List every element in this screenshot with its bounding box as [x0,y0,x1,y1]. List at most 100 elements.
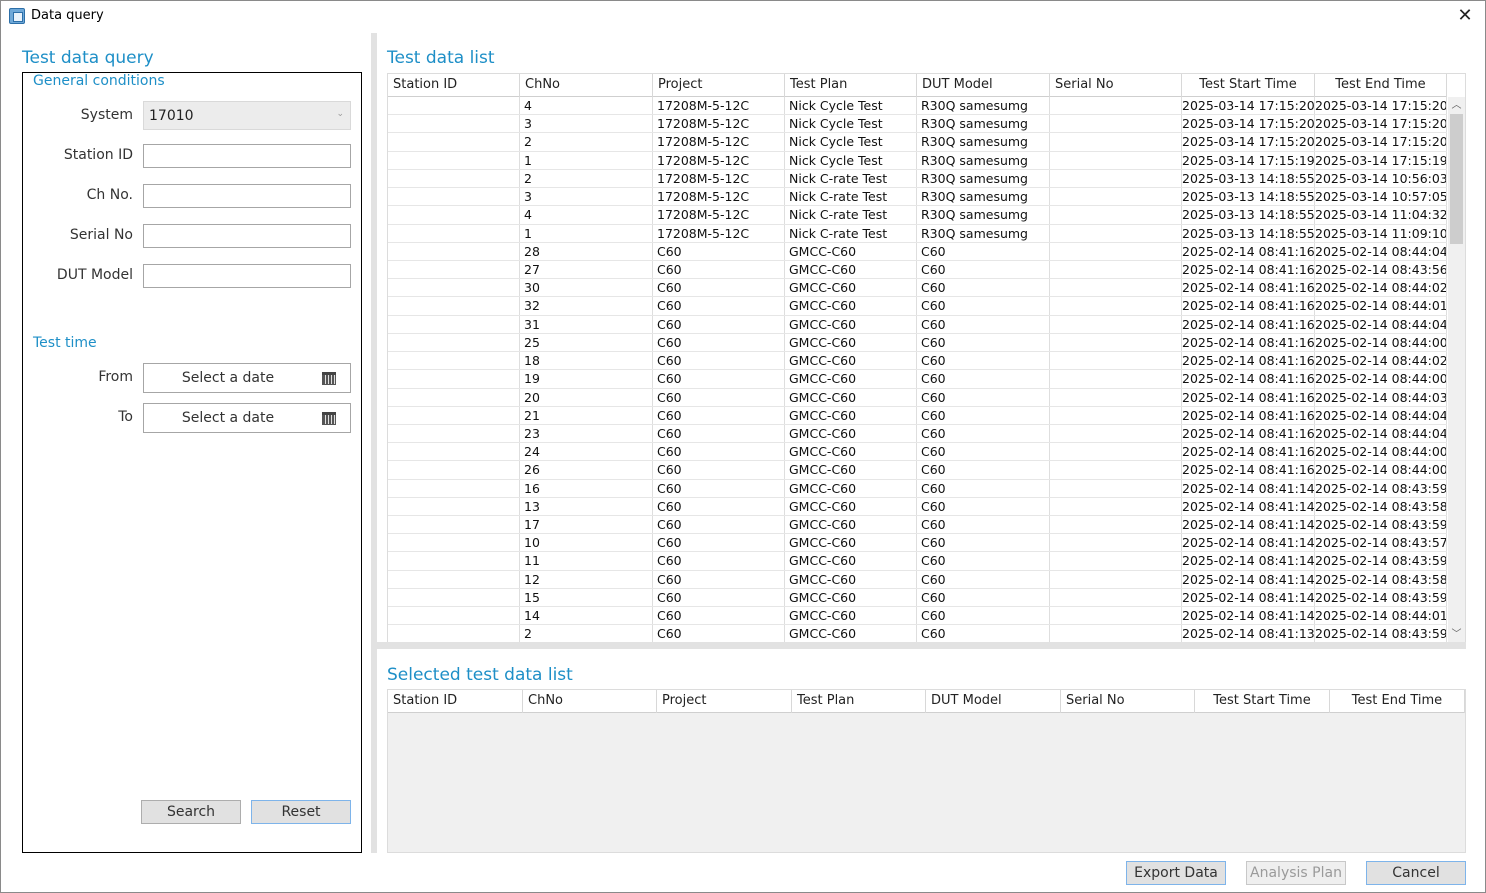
table-row[interactable]: 19 C60 GMCC-C60 C60 2025-02-14 08:41:16 2025-… [388,370,1447,389]
table-cell [1050,188,1182,206]
table-row[interactable]: 20 C60 GMCC-C60 C60 2025-02-14 08:41:16 2025-… [388,388,1447,407]
table-cell: 2025-02-14 08:41:13 [1182,625,1315,642]
table-cell: 1 [520,224,653,242]
table-row[interactable]: 4 17208M-5-12C Nick C-rate Test R30Q samesu… [388,206,1447,225]
table-cell: 2025-03-14 10:57:05 [1315,188,1447,206]
calendar-icon[interactable] [322,372,336,385]
system-select[interactable]: 17010 ⌄ [143,101,351,130]
table-row[interactable]: 28 C60 GMCC-C60 C60 2025-02-14 08:41:16 2025-… [388,242,1447,261]
table-cell: Nick C-rate Test [785,206,917,224]
column-header[interactable]: Test Plan [792,690,926,713]
column-header[interactable]: Test Plan [785,74,917,97]
table-row[interactable]: 10 C60 GMCC-C60 C60 2025-02-14 08:41:14 2025-… [388,534,1447,553]
table-row[interactable]: 2 17208M-5-12C Nick Cycle Test R30Q samesum… [388,133,1447,152]
column-header[interactable]: Station ID [388,690,523,713]
table-row[interactable]: 24 C60 GMCC-C60 C60 2025-02-14 08:41:16 2025-… [388,443,1447,462]
table-cell [1050,169,1182,188]
table-row[interactable]: 30 C60 GMCC-C60 C60 2025-02-14 08:41:16 2025-… [388,279,1447,298]
table-row[interactable]: 26 C60 GMCC-C60 C60 2025-02-14 08:41:16 2025-… [388,461,1447,480]
scroll-up-icon[interactable]: ︿ [1448,97,1465,114]
table-row[interactable]: 15 C60 GMCC-C60 C60 2025-02-14 08:41:14 2025-… [388,588,1447,608]
table-cell [388,534,520,552]
station-id-input[interactable] [143,144,351,168]
search-button[interactable]: Search [141,800,241,824]
close-icon[interactable]: ✕ [1453,4,1477,28]
table-cell [388,607,520,625]
horizontal-splitter[interactable] [377,642,1466,649]
analysis-plan-button[interactable]: Analysis Plan [1246,861,1346,885]
table-row[interactable]: 2 17208M-5-12C Nick C-rate Test R30Q samesu… [388,169,1447,189]
ch-no-input[interactable] [143,184,351,208]
cancel-button[interactable]: Cancel [1366,861,1466,885]
scroll-down-icon[interactable]: ﹀ [1448,626,1465,642]
to-date-picker[interactable]: Select a date [143,403,351,433]
calendar-icon[interactable] [322,412,336,425]
window-title: Data query [31,8,104,23]
table-cell: 2025-03-14 17:15:20 [1182,133,1315,151]
serial-no-input[interactable] [143,224,351,248]
table-row[interactable]: 1 17208M-5-12C Nick Cycle Test R30Q samesum… [388,151,1447,170]
column-header[interactable]: DUT Model [917,74,1050,97]
dut-model-input[interactable] [143,264,351,288]
table-cell: C60 [653,406,785,424]
column-header[interactable]: Project [657,690,792,713]
table-row[interactable]: 32 C60 GMCC-C60 C60 2025-02-14 08:41:16 2025-… [388,297,1447,316]
vertical-scrollbar[interactable]: ︿ ﹀ [1448,97,1465,642]
table-row[interactable]: 13 C60 GMCC-C60 C60 2025-02-14 08:41:14 2025-… [388,497,1447,517]
table-cell: C60 [653,570,785,588]
table-row[interactable]: 23 C60 GMCC-C60 C60 2025-02-14 08:41:16 2025-… [388,424,1447,444]
table-cell: GMCC-C60 [785,461,917,479]
table-row[interactable]: 1 17208M-5-12C Nick C-rate Test R30Q samesu… [388,224,1447,243]
column-header[interactable]: Test Start Time [1182,74,1315,97]
column-header[interactable]: Test End Time [1315,74,1447,97]
column-header[interactable]: Project [653,74,785,97]
table-row[interactable]: 12 C60 GMCC-C60 C60 2025-02-14 08:41:14 2025-… [388,570,1447,589]
table-cell: GMCC-C60 [785,588,917,607]
table-cell: 14 [520,607,653,625]
table-cell: 3 [520,115,653,133]
table-cell: 2025-02-14 08:41:16 [1182,370,1315,388]
selected-grid-body[interactable] [388,713,1465,852]
to-label: To [118,409,133,425]
column-header[interactable]: Test Start Time [1195,690,1330,713]
table-row[interactable]: 27 C60 GMCC-C60 C60 2025-02-14 08:41:16 2025-… [388,260,1447,280]
table-cell: GMCC-C60 [785,497,917,516]
table-row[interactable]: 21 C60 GMCC-C60 C60 2025-02-14 08:41:16 2025-… [388,406,1447,425]
table-cell: 2025-02-14 08:41:16 [1182,406,1315,424]
panel-splitter[interactable] [371,33,377,853]
column-header[interactable]: ChNo [523,690,657,713]
scrollbar-thumb[interactable] [1450,114,1463,244]
table-row[interactable]: 31 C60 GMCC-C60 C60 2025-02-14 08:41:16 2025-… [388,315,1447,334]
table-row[interactable]: 4 17208M-5-12C Nick Cycle Test R30Q samesum… [388,97,1447,116]
column-header[interactable]: Serial No [1061,690,1195,713]
table-cell [1050,443,1182,461]
table-cell: C60 [917,315,1050,333]
table-row[interactable]: 25 C60 GMCC-C60 C60 2025-02-14 08:41:16 2025-… [388,333,1447,353]
reset-button[interactable]: Reset [251,800,351,824]
column-header[interactable]: Station ID [388,74,520,97]
column-header[interactable]: DUT Model [926,690,1061,713]
table-row[interactable]: 18 C60 GMCC-C60 C60 2025-02-14 08:41:16 2025-… [388,352,1447,371]
table-cell [388,260,520,279]
column-header[interactable]: ChNo [520,74,653,97]
column-header[interactable]: Test End Time [1330,690,1465,713]
table-cell: GMCC-C60 [785,534,917,552]
table-cell: 2025-03-14 11:04:32 [1315,206,1447,224]
table-cell: 2025-02-14 08:41:14 [1182,570,1315,588]
table-cell: GMCC-C60 [785,242,917,260]
table-row[interactable]: 2 C60 GMCC-C60 C60 2025-02-14 08:41:13 2025-0… [388,625,1447,642]
table-row[interactable]: 17 C60 GMCC-C60 C60 2025-02-14 08:41:14 2025-… [388,516,1447,535]
table-row[interactable]: 11 C60 GMCC-C60 C60 2025-02-14 08:41:14 2025-… [388,552,1447,571]
table-cell: 17 [520,516,653,534]
table-row[interactable]: 16 C60 GMCC-C60 C60 2025-02-14 08:41:14 2025-… [388,479,1447,498]
table-row[interactable]: 3 17208M-5-12C Nick Cycle Test R30Q samesum… [388,115,1447,134]
table-cell: 2025-02-14 08:44:02 [1315,352,1447,370]
table-cell [388,497,520,516]
table-cell: 2025-02-14 08:44:00 [1315,333,1447,352]
table-row[interactable]: 14 C60 GMCC-C60 C60 2025-02-14 08:41:14 2025-… [388,607,1447,626]
column-header[interactable]: Serial No [1050,74,1182,97]
table-cell: 2025-03-14 17:15:20 [1182,97,1315,115]
from-date-picker[interactable]: Select a date [143,363,351,393]
table-row[interactable]: 3 17208M-5-12C Nick C-rate Test R30Q samesu… [388,188,1447,207]
export-data-button[interactable]: Export Data [1126,861,1226,885]
